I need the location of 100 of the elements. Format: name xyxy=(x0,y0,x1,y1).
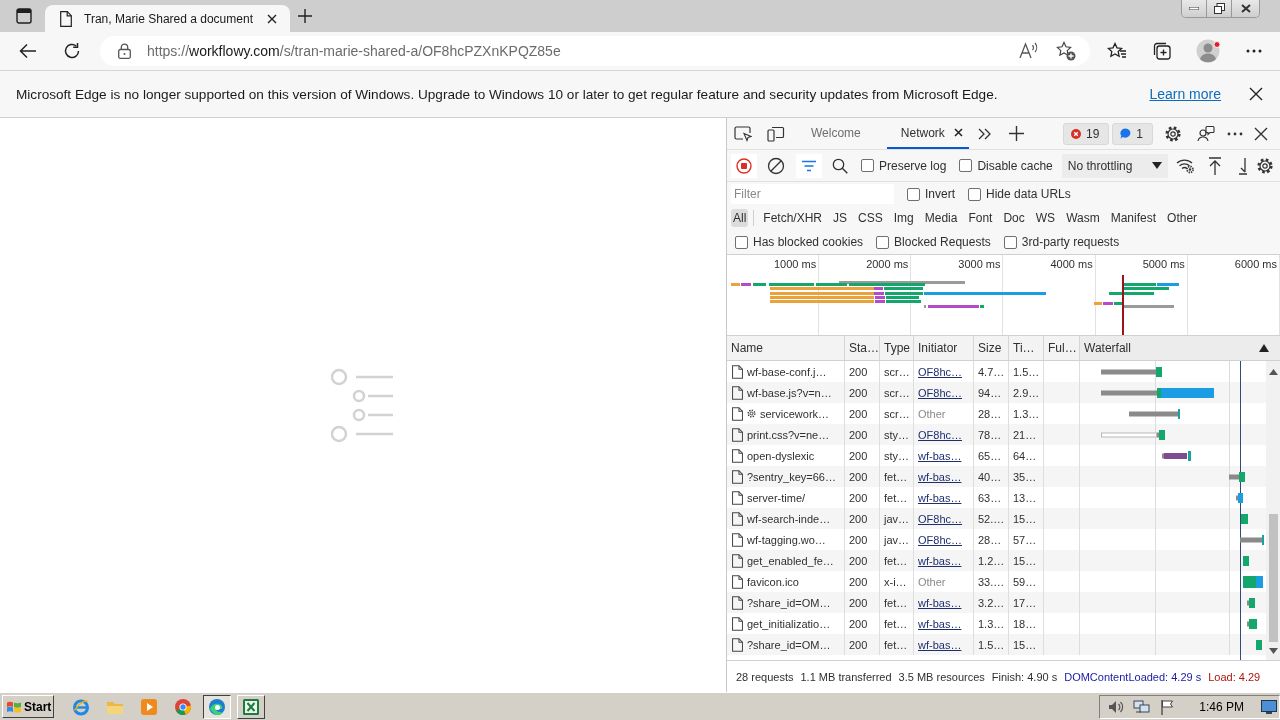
type-filter[interactable]: Manifest xyxy=(1108,209,1159,227)
initiator-link[interactable]: OF8hc… xyxy=(918,365,962,378)
type-filter[interactable]: All xyxy=(731,209,749,227)
issue-count-badge[interactable]: 1 xyxy=(1112,122,1153,145)
column-header[interactable]: Type xyxy=(880,336,914,360)
request-name[interactable]: servicework… xyxy=(760,407,830,420)
record-icon[interactable] xyxy=(731,153,757,178)
request-name[interactable]: print.css?v=ne… xyxy=(747,428,830,441)
type-filter[interactable]: JS xyxy=(831,209,850,227)
scroll-up-icon[interactable] xyxy=(1269,369,1278,375)
column-header[interactable]: Initiator xyxy=(914,336,974,360)
type-filter[interactable]: Other xyxy=(1165,209,1200,227)
scrollbar-thumb[interactable] xyxy=(1269,514,1278,642)
add-tab-icon[interactable] xyxy=(1008,126,1024,141)
more-options-icon[interactable] xyxy=(1246,49,1262,53)
device-emulation-icon[interactable] xyxy=(767,125,785,142)
network-conditions-icon[interactable] xyxy=(1175,157,1195,174)
reload-icon[interactable] xyxy=(63,42,81,60)
column-header[interactable]: Name xyxy=(727,336,845,360)
add-favorite-icon[interactable] xyxy=(1056,41,1076,61)
collections-icon[interactable] xyxy=(1153,42,1171,60)
type-filter[interactable]: Doc xyxy=(1001,209,1027,227)
settings-icon[interactable] xyxy=(1164,124,1182,143)
request-name[interactable]: get_enabled_fe… xyxy=(747,554,834,567)
throttling-dropdown[interactable]: No throttling xyxy=(1061,153,1168,178)
learn-more-link[interactable]: Learn more xyxy=(1149,86,1221,102)
close-icon[interactable] xyxy=(1254,126,1268,141)
network-icon[interactable] xyxy=(1133,698,1152,715)
tab-actions-icon[interactable] xyxy=(16,8,32,24)
browser-tab[interactable]: Tran, Marie Shared a document xyxy=(45,5,290,32)
clear-icon[interactable] xyxy=(767,156,785,175)
checkbox[interactable] xyxy=(959,159,973,172)
more-tabs-icon[interactable] xyxy=(977,127,991,140)
type-filter[interactable]: WS xyxy=(1033,209,1058,227)
close-tab-icon[interactable] xyxy=(953,128,963,137)
settings-icon[interactable] xyxy=(1255,156,1274,175)
scrollbar[interactable] xyxy=(1266,361,1280,660)
initiator-link[interactable]: wf-bas… xyxy=(918,491,962,504)
devtools-tab[interactable]: Welcome xyxy=(795,118,877,149)
initiator-link[interactable]: OF8hc… xyxy=(918,428,962,441)
feedback-icon[interactable] xyxy=(1197,125,1215,142)
type-filter[interactable]: Wasm xyxy=(1064,209,1102,227)
url-text[interactable]: https://workflowy.com/s/tran-marie-shared-a/OF8hcPZXnKPQZ85e xyxy=(147,43,561,59)
checkbox[interactable] xyxy=(735,235,748,249)
checkbox[interactable] xyxy=(876,235,890,249)
column-header[interactable]: Sta… xyxy=(845,336,880,360)
checkbox[interactable] xyxy=(968,187,981,201)
request-name[interactable]: ?share_id=OM… xyxy=(747,638,831,651)
column-header[interactable]: Size xyxy=(974,336,1009,360)
download-icon[interactable] xyxy=(1237,156,1248,175)
clock-time[interactable]: 1:46 PM xyxy=(1199,699,1244,714)
checkbox[interactable] xyxy=(861,159,874,172)
type-filter[interactable]: Font xyxy=(966,209,995,227)
initiator-link[interactable]: wf-bas… xyxy=(918,617,962,630)
restore-button[interactable] xyxy=(1207,0,1232,17)
request-name[interactable]: wf-base-conf.j… xyxy=(747,365,827,378)
inspect-element-icon[interactable] xyxy=(734,125,752,142)
request-name[interactable]: wf-tagging.wo… xyxy=(747,533,826,546)
back-arrow-icon[interactable] xyxy=(19,43,37,59)
profile-avatar-icon[interactable] xyxy=(1196,39,1222,63)
initiator-link[interactable]: OF8hc… xyxy=(918,386,962,399)
initiator-link[interactable]: wf-bas… xyxy=(918,554,962,567)
initiator-link[interactable]: wf-bas… xyxy=(918,596,962,609)
filter-field[interactable]: Filter xyxy=(731,184,894,204)
request-name[interactable]: open-dyslexic xyxy=(747,449,815,462)
taskbar-app-button[interactable] xyxy=(203,694,231,719)
column-header[interactable]: Waterfall xyxy=(1080,336,1280,360)
checkbox[interactable] xyxy=(907,187,920,201)
initiator-link[interactable]: wf-bas… xyxy=(918,449,962,462)
close-icon[interactable] xyxy=(1249,87,1263,101)
request-name[interactable]: wf-search-inde… xyxy=(747,512,831,525)
column-header[interactable]: Ti… xyxy=(1009,336,1044,360)
close-window-button[interactable] xyxy=(1232,0,1259,17)
type-filter[interactable]: Img xyxy=(891,209,916,227)
new-tab-icon[interactable] xyxy=(298,9,312,23)
search-icon[interactable] xyxy=(832,157,848,174)
flag-icon[interactable] xyxy=(1160,698,1175,715)
type-filter[interactable]: Fetch/XHR xyxy=(761,209,825,227)
request-name[interactable]: ?share_id=OM… xyxy=(747,596,831,609)
initiator-link[interactable]: wf-bas… xyxy=(918,470,962,483)
type-filter[interactable]: Media xyxy=(922,209,960,227)
request-name[interactable]: wf-base.js?v=n… xyxy=(747,386,832,399)
request-name[interactable]: get_initializatio… xyxy=(747,617,831,630)
close-icon[interactable] xyxy=(267,13,277,24)
read-aloud-icon[interactable] xyxy=(1019,42,1039,60)
initiator-link[interactable]: OF8hc… xyxy=(918,533,962,546)
initiator-link[interactable]: OF8hc… xyxy=(918,512,962,525)
scroll-down-icon[interactable] xyxy=(1269,648,1278,654)
request-name[interactable]: ?sentry_key=66… xyxy=(747,470,836,483)
upload-icon[interactable] xyxy=(1207,156,1222,175)
favorites-icon[interactable] xyxy=(1107,42,1127,60)
request-name[interactable]: server-time/ xyxy=(747,491,806,504)
request-name[interactable]: favicon.ico xyxy=(747,575,799,588)
more-options-icon[interactable] xyxy=(1227,131,1243,136)
filter-icon[interactable] xyxy=(796,153,822,178)
issue-count-badge[interactable]: 19 xyxy=(1062,122,1110,145)
start-button[interactable]: Start xyxy=(2,695,54,718)
show-desktop-icon[interactable] xyxy=(1261,699,1277,714)
type-filter[interactable]: CSS xyxy=(856,209,885,227)
initiator-link[interactable]: wf-bas… xyxy=(918,638,962,651)
